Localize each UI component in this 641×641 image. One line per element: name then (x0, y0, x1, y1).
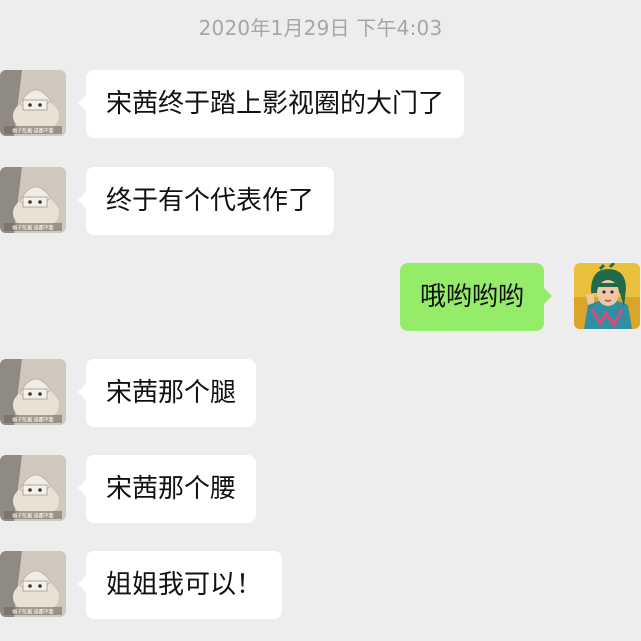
avatar-caption: 帽子乱戴 道都不要 (12, 609, 54, 616)
message-row: 帽子乱戴 道都不要 宋茜终于踏上影视圈的大门了 (0, 70, 641, 140)
incoming-message-bubble[interactable]: 宋茜那个腰 (77, 455, 257, 523)
incoming-message-bubble[interactable]: 终于有个代表作了 (77, 167, 335, 235)
cat-in-hat-avatar-icon: 帽子乱戴 道都不要 (0, 455, 66, 521)
avatar-caption: 帽子乱戴 道都不要 (12, 417, 54, 424)
cat-in-hat-avatar-icon: 帽子乱戴 道都不要 (0, 359, 66, 425)
message-row: 帽子乱戴 道都不要 姐姐我可以！ (0, 551, 641, 621)
cat-in-hat-avatar-icon: 帽子乱戴 道都不要 (0, 70, 66, 136)
cartoon-girl-avatar-icon (574, 263, 640, 329)
avatar-caption: 帽子乱戴 道都不要 (12, 225, 54, 232)
incoming-message-bubble[interactable]: 姐姐我可以！ (77, 551, 283, 619)
message-row: 帽子乱戴 道都不要 宋茜那个腰 (0, 455, 641, 525)
incoming-message-bubble[interactable]: 宋茜终于踏上影视圈的大门了 (77, 70, 465, 138)
my-avatar[interactable] (574, 263, 640, 329)
friend-avatar[interactable]: 帽子乱戴 道都不要 (0, 551, 66, 617)
cat-in-hat-avatar-icon: 帽子乱戴 道都不要 (0, 551, 66, 617)
avatar-caption: 帽子乱戴 道都不要 (12, 513, 54, 520)
message-row: 哦哟哟哟 (0, 263, 641, 333)
message-timestamp: 2020年1月29日 下午4:03 (198, 16, 443, 40)
friend-avatar[interactable]: 帽子乱戴 道都不要 (0, 455, 66, 521)
friend-avatar[interactable]: 帽子乱戴 道都不要 (0, 359, 66, 425)
friend-avatar[interactable]: 帽子乱戴 道都不要 (0, 70, 66, 136)
message-row: 帽子乱戴 道都不要 终于有个代表作了 (0, 167, 641, 237)
friend-avatar[interactable]: 帽子乱戴 道都不要 (0, 167, 66, 233)
avatar-caption: 帽子乱戴 道都不要 (12, 128, 54, 135)
outgoing-message-bubble[interactable]: 哦哟哟哟 (400, 263, 553, 331)
cat-in-hat-avatar-icon: 帽子乱戴 道都不要 (0, 167, 66, 233)
incoming-message-bubble[interactable]: 宋茜那个腿 (77, 359, 257, 427)
message-row: 帽子乱戴 道都不要 宋茜那个腿 (0, 359, 641, 429)
